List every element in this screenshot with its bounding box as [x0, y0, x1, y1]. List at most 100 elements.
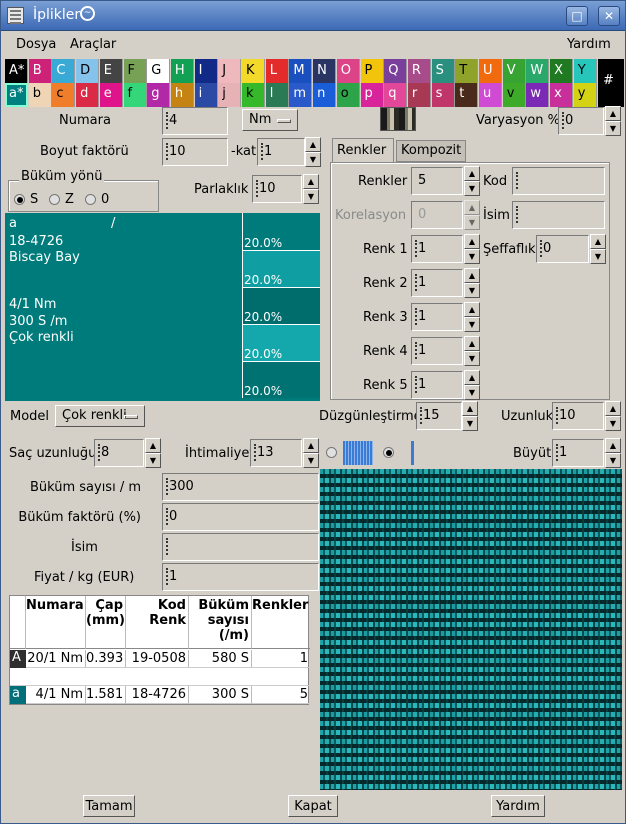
bukum-0-radio[interactable]: [85, 194, 96, 205]
renk2-input[interactable]: 1: [411, 269, 463, 297]
palette-swatch-upper-8[interactable]: I: [194, 59, 218, 83]
parlaklik-spinner[interactable]: ▲ ▼: [303, 174, 319, 204]
palette-swatch-upper-5[interactable]: F: [123, 59, 147, 83]
renk3-spinner[interactable]: ▲ ▼: [464, 302, 480, 332]
row-marker[interactable]: A: [10, 650, 26, 668]
uzunluk-input[interactable]: 10: [552, 402, 604, 430]
palette-swatch-upper-13[interactable]: N: [313, 59, 337, 83]
palette-swatch-upper-7[interactable]: H: [170, 59, 194, 83]
model-select[interactable]: Çok renkli: [55, 405, 145, 427]
palette-swatch-lower-12[interactable]: m: [289, 83, 313, 107]
row-marker[interactable]: a: [10, 686, 26, 704]
kat-spinner[interactable]: ▲ ▼: [305, 137, 321, 167]
tamam-button[interactable]: Tamam: [83, 795, 135, 817]
varyasyon-spinner[interactable]: ▲ ▼: [605, 106, 621, 136]
table-header-cap[interactable]: Çap (mm): [86, 596, 126, 649]
renk4-spinner[interactable]: ▲ ▼: [464, 336, 480, 366]
palette-swatch-lower-3[interactable]: d: [76, 83, 100, 107]
fine-render-radio[interactable]: [326, 447, 337, 458]
fiyat-input[interactable]: 1: [162, 563, 319, 591]
sac-input[interactable]: 8: [94, 439, 144, 467]
palette-swatch-lower-1[interactable]: b: [28, 83, 52, 107]
renkler-spinner[interactable]: ▲ ▼: [464, 166, 480, 196]
numara-input[interactable]: 4: [162, 107, 228, 135]
palette-swatch-upper-0[interactable]: A*: [5, 59, 28, 83]
table-cell[interactable]: 1.581: [86, 686, 126, 704]
palette-swatch-lower-15[interactable]: p: [360, 83, 384, 107]
kat-input[interactable]: 1: [257, 138, 305, 166]
palette-swatch-upper-11[interactable]: L: [265, 59, 289, 83]
intimaliyet-input[interactable]: 13: [250, 439, 302, 467]
palette-swatch-upper-12[interactable]: M: [289, 59, 313, 83]
palette-swatch-upper-22[interactable]: W: [526, 59, 550, 83]
seffaflik-input[interactable]: 0: [536, 235, 589, 263]
palette-swatch-upper-16[interactable]: Q: [384, 59, 408, 83]
palette-swatch-upper-20[interactable]: U: [479, 59, 502, 83]
palette-swatch-upper-21[interactable]: V: [502, 59, 526, 83]
palette-swatch-lower-9[interactable]: j: [218, 83, 242, 107]
palette-swatch-lower-7[interactable]: h: [170, 83, 194, 107]
sac-spinner[interactable]: ▲ ▼: [145, 438, 161, 468]
palette-swatch-lower-13[interactable]: n: [313, 83, 337, 107]
palette-swatch-lower-6[interactable]: g: [147, 83, 171, 107]
palette-swatch-upper-14[interactable]: O: [336, 59, 360, 83]
bukum-faktoru-input[interactable]: 0: [162, 503, 319, 531]
table-cell[interactable]: 0.393: [86, 650, 126, 668]
table-cell[interactable]: 20/1 Nm: [26, 650, 86, 668]
uzunluk-spinner[interactable]: ▲ ▼: [605, 401, 621, 431]
table-cell[interactable]: 5: [252, 686, 310, 704]
bukum-sayisi-input[interactable]: 300: [162, 473, 319, 501]
table-cell[interactable]: 19-0508: [126, 650, 189, 668]
kapat-button[interactable]: Kapat: [288, 795, 338, 817]
kod-input[interactable]: [512, 167, 605, 195]
palette-swatch-lower-16[interactable]: q: [384, 83, 408, 107]
yardim-button[interactable]: Yardım: [491, 795, 545, 817]
table-cell[interactable]: 580 S: [189, 650, 252, 668]
palette-swatch-lower-8[interactable]: i: [194, 83, 218, 107]
texture-thumbnail[interactable]: [380, 107, 416, 131]
isim-color-input[interactable]: [512, 201, 605, 229]
renk3-input[interactable]: 1: [411, 303, 463, 331]
bukum-s-radio[interactable]: [14, 194, 25, 205]
palette-swatch-upper-3[interactable]: D: [76, 59, 100, 83]
isim-input[interactable]: [162, 533, 319, 561]
palette-swatch-lower-21[interactable]: v: [502, 83, 526, 107]
palette-swatch-lower-0[interactable]: a*: [5, 83, 28, 107]
renk5-spinner[interactable]: ▲ ▼: [464, 370, 480, 400]
renk4-input[interactable]: 1: [411, 337, 463, 365]
palette-swatch-upper-9[interactable]: J: [218, 59, 242, 83]
buyut-input[interactable]: 1: [552, 439, 604, 467]
palette-swatch-lower-19[interactable]: t: [455, 83, 479, 107]
yarn-info-panel[interactable]: a / 18-4726 Biscay Bay 4/1 Nm 300 S /m Ç…: [5, 213, 320, 401]
varyasyon-input[interactable]: 0: [558, 107, 604, 135]
menu-yardim[interactable]: Yardım: [567, 37, 611, 52]
menu-araclar[interactable]: Araçlar: [70, 37, 116, 52]
palette-swatch-lower-24[interactable]: y: [573, 83, 597, 107]
bukum-z-radio[interactable]: [49, 194, 60, 205]
palette-swatch-upper-19[interactable]: T: [455, 59, 479, 83]
seffaflik-spinner[interactable]: ▲ ▼: [590, 234, 606, 264]
palette-swatch-lower-5[interactable]: f: [123, 83, 147, 107]
buyut-spinner[interactable]: ▲ ▼: [605, 438, 621, 468]
table-header-bukum[interactable]: Büküm sayısı (/m): [189, 596, 252, 649]
title-bar[interactable]: İplikler ~ □ ✕: [1, 1, 625, 31]
boyut-input[interactable]: 10: [162, 138, 228, 166]
table-header-renkler[interactable]: Renkler: [252, 596, 310, 649]
korelasyon-input[interactable]: 0: [411, 201, 463, 229]
palette-swatch-lower-4[interactable]: e: [99, 83, 123, 107]
palette-swatch-upper-6[interactable]: G: [147, 59, 171, 83]
tab-renkler[interactable]: Renkler: [332, 138, 394, 163]
palette-swatch-lower-10[interactable]: k: [242, 83, 265, 107]
palette-swatch-lower-11[interactable]: l: [265, 83, 289, 107]
table-cell[interactable]: 18-4726: [126, 686, 189, 704]
tab-kompozit[interactable]: Kompozit: [396, 140, 466, 162]
maximize-button[interactable]: □: [566, 6, 588, 26]
palette-swatch-upper-18[interactable]: S: [431, 59, 455, 83]
palette-swatch-lower-14[interactable]: o: [336, 83, 360, 107]
numara-unit-select[interactable]: Nm: [242, 109, 298, 131]
parlaklik-input[interactable]: 10: [252, 175, 302, 203]
palette-swatch-lower-23[interactable]: x: [550, 83, 574, 107]
palette-swatch-upper-1[interactable]: B: [28, 59, 52, 83]
palette-swatch-lower-22[interactable]: w: [526, 83, 550, 107]
palette-swatch-lower-18[interactable]: s: [431, 83, 455, 107]
